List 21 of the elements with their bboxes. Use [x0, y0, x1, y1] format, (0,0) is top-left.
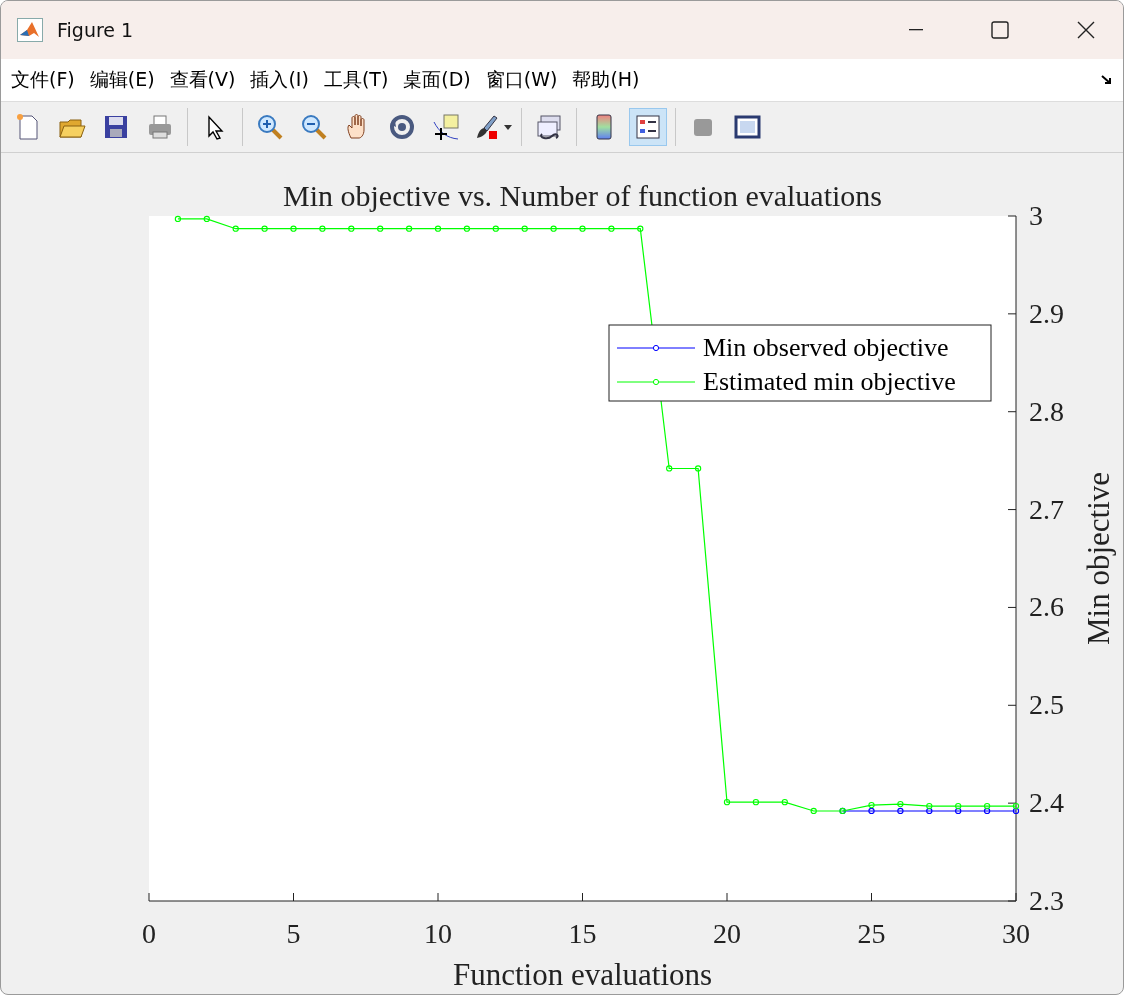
- x-tick-label: 30: [1002, 918, 1030, 949]
- y-tick-label: 2.9: [1029, 297, 1064, 329]
- x-tick-label: 25: [857, 918, 886, 949]
- y-tick-label: 2.4: [1029, 787, 1064, 819]
- x-axis-label: Function evaluations: [452, 957, 713, 991]
- y-tick-label: 2.3: [1029, 885, 1064, 916]
- x-tick-label: 0: [142, 918, 156, 949]
- x-tick-label: 5: [286, 918, 301, 949]
- y-tick-label: 3: [1029, 200, 1043, 231]
- x-tick-label: 10: [424, 918, 452, 949]
- y-tick-label: 2.5: [1029, 689, 1064, 721]
- y-axis-label: Min objective: [1081, 472, 1116, 645]
- y-tick-label: 2.8: [1029, 395, 1064, 427]
- y-tick-label: 2.6: [1029, 591, 1064, 623]
- y-tick-label: 2.7: [1029, 493, 1064, 525]
- legend-label: Estimated min objective: [703, 367, 956, 396]
- x-tick-label: 15: [568, 918, 597, 949]
- window-title: Figure 1: [57, 19, 134, 41]
- chart-title: Min objective vs. Number of function evaluations: [283, 179, 882, 212]
- legend-label: Min observed objective: [703, 333, 949, 362]
- x-tick-label: 20: [713, 918, 741, 949]
